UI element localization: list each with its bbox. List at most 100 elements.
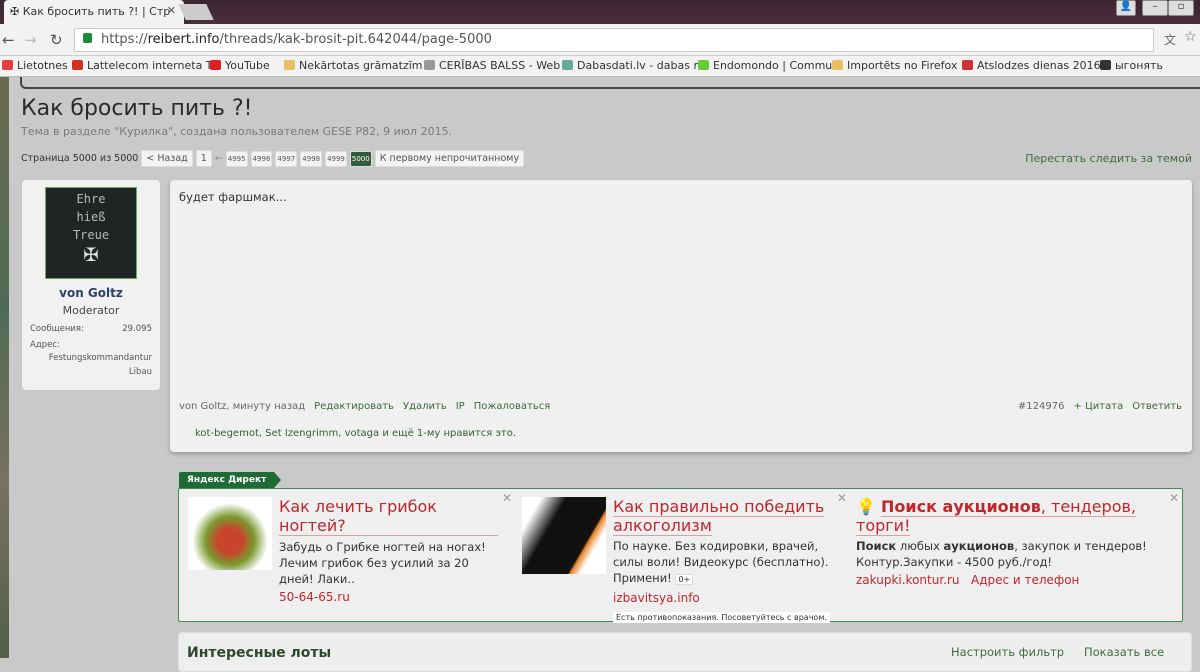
lots-title: Интересные лоты bbox=[187, 645, 332, 661]
ad-title[interactable]: 💡 Поиск аукционов, тендеров, торги! bbox=[856, 497, 1176, 536]
report-link[interactable]: Пожаловаться bbox=[474, 401, 551, 412]
ad-text-part: любых bbox=[896, 539, 944, 553]
tab-strip: ✠ Как бросить пить ?! | Стр ✕ 👤 – ▫ bbox=[0, 0, 1200, 24]
avatar-text: Ehre bbox=[76, 192, 106, 206]
close-ad-icon[interactable]: ✕ bbox=[837, 491, 847, 505]
lightbulb-icon: 💡 bbox=[856, 497, 876, 516]
likes-summary[interactable]: kot-begemot, Set Izengrimm, votaga и ещё… bbox=[195, 428, 516, 439]
restore-button[interactable]: ▫ bbox=[1168, 0, 1194, 16]
forward-icon[interactable]: → bbox=[24, 31, 37, 49]
bookmark-icon bbox=[562, 60, 573, 70]
lots-panel: Интересные лоты Настроить фильтр Показат… bbox=[178, 632, 1192, 672]
ad-warning: Есть противопоказания. Посоветуйтесь с в… bbox=[613, 612, 830, 623]
bookmark-item[interactable]: CERĪBAS BALSS - Web bbox=[424, 59, 560, 72]
ad-block: Как лечить грибок ногтей? Забудь о Грибк… bbox=[178, 488, 1183, 624]
avatar-text: hieß bbox=[76, 210, 106, 224]
filter-link[interactable]: Настроить фильтр bbox=[951, 645, 1064, 659]
unwatch-link[interactable]: Перестать следить за темой bbox=[1025, 152, 1192, 165]
current-page[interactable]: 5000 bbox=[349, 150, 372, 167]
profile-button[interactable]: 👤 bbox=[1116, 0, 1136, 16]
ad-item[interactable]: 💡 Поиск аукционов, тендеров, торги! Поис… bbox=[856, 491, 1179, 587]
ad-address-link[interactable]: Адрес и телефон bbox=[971, 573, 1079, 587]
reload-icon[interactable]: ↻ bbox=[50, 31, 63, 49]
ad-text: Поиск любых аукционов, закупок и тендеро… bbox=[856, 538, 1176, 570]
ad-url[interactable]: 50-64-65.ru bbox=[279, 590, 498, 604]
user-card: Ehre hieß Treue ✠ von Goltz Moderator Со… bbox=[22, 180, 160, 390]
skip-arrow[interactable]: ← bbox=[215, 153, 223, 164]
quote-link[interactable]: + Цитата bbox=[1073, 401, 1123, 412]
prev-page-button[interactable]: < Назад bbox=[141, 150, 193, 167]
age-badge: 0+ bbox=[675, 574, 694, 585]
url-scheme: https:// bbox=[101, 32, 148, 47]
bookmark-label: Dabasdati.lv - dabas n bbox=[577, 59, 701, 72]
post-number[interactable]: #124976 bbox=[1018, 401, 1065, 412]
translate-icon[interactable]: 文 bbox=[1164, 31, 1176, 48]
ad-text: По науке. Без кодировки, врачей, силы во… bbox=[613, 539, 829, 585]
page-link[interactable]: 4998 bbox=[300, 150, 323, 167]
minimize-button[interactable]: – bbox=[1142, 0, 1168, 16]
bookmark-item[interactable]: Lattelecom interneta T bbox=[72, 59, 213, 72]
lock-icon bbox=[83, 33, 92, 43]
address-bar[interactable]: https://reibert.info/threads/kak-brosit-… bbox=[74, 28, 1154, 52]
page-link[interactable]: 4999 bbox=[325, 150, 347, 167]
ad-item[interactable]: Как правильно победить алкоголизм По нау… bbox=[521, 491, 847, 624]
silhouette-image bbox=[522, 497, 606, 574]
page-link[interactable]: 4997 bbox=[275, 150, 298, 167]
close-tab-icon[interactable]: ✕ bbox=[167, 4, 176, 17]
ad-text-bold: аукционов bbox=[943, 539, 1015, 553]
post-message: будет фаршмак... bbox=[179, 190, 287, 204]
post-author-time[interactable]: von Goltz, минуту назад bbox=[179, 401, 305, 412]
ad-text: Забудь о Грибке ногтей на ногах! Лечим г… bbox=[279, 540, 486, 586]
close-ad-icon[interactable]: ✕ bbox=[1169, 491, 1179, 505]
post: будет фаршмак... von Goltz, минуту назад… bbox=[170, 180, 1192, 452]
close-ad-icon[interactable]: ✕ bbox=[502, 491, 512, 505]
bookmark-icon bbox=[698, 60, 709, 70]
avatar[interactable]: Ehre hieß Treue ✠ bbox=[45, 187, 137, 279]
delete-link[interactable]: Удалить bbox=[403, 401, 447, 412]
bookmark-item[interactable]: Atslodzes dienas 2016 bbox=[962, 59, 1101, 72]
bookmark-label: Atslodzes dienas 2016 bbox=[977, 59, 1101, 72]
ip-link[interactable]: IP bbox=[456, 401, 465, 412]
first-unread-button[interactable]: К первому непрочитанному bbox=[374, 150, 525, 167]
ad-tag[interactable]: Яндекс Директ bbox=[179, 472, 282, 489]
edit-link[interactable]: Редактировать bbox=[314, 401, 394, 412]
reply-link[interactable]: Ответить bbox=[1132, 401, 1182, 412]
posts-label: Сообщения: bbox=[30, 324, 84, 334]
url-host: reibert.info bbox=[147, 32, 220, 47]
bookmark-icon bbox=[832, 60, 843, 70]
user-role: Moderator bbox=[62, 304, 120, 317]
bookmark-icon bbox=[2, 60, 13, 70]
iron-cross-icon: ✠ bbox=[83, 239, 99, 267]
ad-url[interactable]: zakupki.kontur.ru bbox=[856, 573, 960, 587]
page-label: Страница 5000 из 5000 bbox=[21, 153, 139, 164]
ad-url[interactable]: izbavitsya.info bbox=[613, 591, 841, 605]
page-1[interactable]: 1 bbox=[195, 150, 212, 167]
address-label: Адрес: bbox=[30, 340, 60, 350]
url-path: /threads/kak-brosit-pit.642044/page-5000 bbox=[219, 32, 492, 47]
page-link[interactable]: 4995 bbox=[225, 150, 248, 167]
address-value: Libau bbox=[128, 367, 152, 377]
bookmark-icon bbox=[72, 60, 83, 70]
bookmark-item[interactable]: Endomondo | Commu bbox=[698, 59, 832, 72]
page-link[interactable]: 4996 bbox=[250, 150, 273, 167]
bookmark-item[interactable]: YouTube bbox=[210, 59, 270, 72]
bookmark-item[interactable]: Importēts no Firefox bbox=[832, 59, 957, 72]
header-border bbox=[20, 77, 1200, 89]
bookmark-item[interactable]: Dabasdati.lv - dabas n bbox=[562, 59, 700, 72]
thread-subtitle: Тема в разделе "Курилка", создана пользо… bbox=[21, 125, 453, 138]
pagination: Страница 5000 из 5000 < Назад 1 ← 4995 4… bbox=[21, 150, 525, 167]
bookmark-label: YouTube bbox=[225, 59, 270, 72]
browser-tab[interactable]: ✠ Как бросить пить ?! | Стр ✕ bbox=[4, 0, 184, 24]
show-all-link[interactable]: Показать все bbox=[1084, 645, 1164, 659]
username-link[interactable]: von Goltz bbox=[22, 286, 160, 300]
star-icon[interactable]: ☆ bbox=[1184, 29, 1197, 45]
ad-item[interactable]: Как лечить грибок ногтей? Забудь о Грибк… bbox=[188, 491, 512, 604]
bookmark-item[interactable]: Nekārtotas grāmatzīm bbox=[284, 59, 423, 72]
ad-title[interactable]: Как правильно победить алкоголизм bbox=[613, 497, 825, 536]
back-icon[interactable]: ← bbox=[2, 31, 15, 49]
posts-count: 29.095 bbox=[122, 324, 152, 334]
bookmark-item[interactable]: Lietotnes bbox=[2, 59, 68, 72]
bookmark-item[interactable]: ыгонять bbox=[1100, 59, 1163, 72]
ad-title[interactable]: Как лечить грибок ногтей? bbox=[279, 497, 498, 536]
cross-favicon-icon: ✠ bbox=[10, 5, 23, 18]
